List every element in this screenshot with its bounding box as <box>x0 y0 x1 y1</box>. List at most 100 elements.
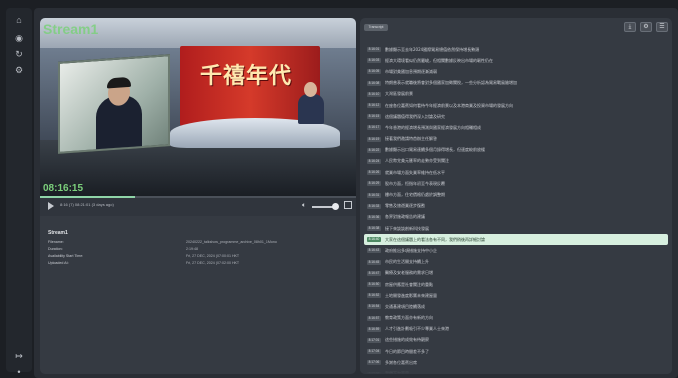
playback-time-text: 8:16 (7) 08:21:01 (3 days ago) <box>60 202 114 207</box>
transcript-timestamp[interactable]: 8:16:33 <box>367 203 381 209</box>
transcript-row[interactable]: 8:16:08 特朗普表示就職後將會對多個國家加徵關稅，一些分析認為貿易戰風險增加 <box>364 78 668 89</box>
transcript-row[interactable]: 8:16:17 今年香港的經濟增長預測與國家經濟發展方向相輔相成 <box>364 122 668 133</box>
metadata-title: Stream1 <box>48 230 68 236</box>
transcript-row[interactable]: 8:16:38 接下來談談創新科技發展 <box>364 223 668 234</box>
transcript-row[interactable]: 8:16:12 在座各位嘉賓如何看待今年經濟前景以及本港商業及投資市場的發展方向 <box>364 100 668 111</box>
transcript-timestamp[interactable]: 8:16:26 <box>367 170 381 176</box>
transcript-timestamp[interactable]: 8:17:01 <box>367 337 381 343</box>
transcript-timestamp[interactable]: 8:16:50 <box>367 282 381 288</box>
transcript-row[interactable]: 8:16:43 政府推出多項措施支持中小企 <box>364 245 668 256</box>
volume-slider-knob[interactable] <box>332 203 339 210</box>
transcript-timestamp[interactable]: 8:16:29 <box>367 181 381 187</box>
transcript-row[interactable]: 8:16:24 人民幣兌美元匯率的走勢亦受到關注 <box>364 156 668 167</box>
settings-icon[interactable]: ⚙ <box>640 22 652 32</box>
logout-icon[interactable]: ↦ <box>13 350 25 362</box>
download-icon[interactable]: ⤓ <box>624 22 636 32</box>
transcript-text: 這個議題值得我們深入討論及研究 <box>385 113 445 119</box>
transcript-text: 特朗普表示就職後將會對多個國家加徵關稅，一些分析認為貿易戰風險增加 <box>385 80 517 86</box>
transcript-text: 樓市方面，住宅價格仍處於調整期 <box>385 192 445 198</box>
transcript-timestamp[interactable]: 8:16:03 <box>367 58 381 64</box>
transcript-timestamp[interactable]: 8:16:43 <box>367 248 381 254</box>
transcript-row[interactable]: 8:16:54 交通基建項目陸續落成 <box>364 301 668 312</box>
transcript-timestamp[interactable]: 8:16:05 <box>367 69 381 75</box>
transcript-text: 市場對美國加息預期逐漸減弱 <box>385 68 437 74</box>
transcript-timestamp[interactable]: 8:16:36 <box>367 214 381 220</box>
transcript-timestamp[interactable]: 8:16:10 <box>367 91 381 97</box>
broadcast-icon[interactable]: ◉ <box>13 32 25 44</box>
dot-icon[interactable]: • <box>13 366 25 378</box>
transcript-row[interactable]: 8:16:29 股市方面，恒指年初至今表現反覆 <box>364 178 668 189</box>
transcript-text: 經濟大環境看似仍然嚴峻，但相關數據反映出市場的韌性仍在 <box>385 57 493 63</box>
transcript-timestamp[interactable]: 8:16:40 <box>367 237 381 243</box>
transcript-timestamp[interactable]: 8:16:31 <box>367 192 381 198</box>
transcript-text: 人民幣兌美元匯率的走勢亦受到關注 <box>385 158 449 164</box>
transcript-row[interactable]: 8:17:01 這些措施的成效有待觀察 <box>364 335 668 346</box>
transcript-text: 數據顯示出口貿易連續多個月錄得增長，但速度較前放緩 <box>385 147 485 153</box>
transcript-timestamp[interactable]: 8:16:08 <box>367 80 381 86</box>
transcript-timestamp[interactable]: 8:16:22 <box>367 147 381 153</box>
transcript-timestamp[interactable]: 8:16:47 <box>367 270 381 276</box>
play-icon[interactable] <box>48 202 54 210</box>
video-player[interactable]: 千禧年代 Stream1 08:16:15 <box>40 18 356 196</box>
transcript-timestamp[interactable]: 8:16:45 <box>367 259 381 265</box>
transcript-text: 各界對施政報告的建議 <box>385 214 425 220</box>
transcript-text: 零售及旅遊業逐步復甦 <box>385 203 425 209</box>
transcript-text: 土地開發進度影響未來建屋量 <box>385 292 437 298</box>
tab-transcript[interactable]: Transcript <box>364 24 388 31</box>
transcript-row[interactable]: 8:16:19 接著我們邀請特首辦主任解答 <box>364 134 668 145</box>
stream-metadata: Stream1 Filename: 20240222_talkshow_progr… <box>48 230 348 268</box>
transcript-text: 接下來談談創新科技發展 <box>385 225 429 231</box>
transcript-text: 大灣區發展前景 <box>385 91 413 97</box>
metadata-row: Uploaded At: Fri, 27 DEC, 2024 (07:02:00 … <box>48 261 348 268</box>
transcript-row[interactable]: 8:16:05 市場對美國加息預期逐漸減弱 <box>364 66 668 77</box>
transcript-text: 就業市場方面失業率維持在低水平 <box>385 169 445 175</box>
transcript-timestamp[interactable]: 8:17:04 <box>367 349 381 355</box>
transcript-text: 這些措施的成效有待觀察 <box>385 337 429 343</box>
transcript-timestamp[interactable]: 8:16:54 <box>367 304 381 310</box>
transcript-row[interactable]: 8:16:10 大灣區發展前景 <box>364 89 668 100</box>
list-icon[interactable]: ☰ <box>656 22 668 32</box>
metadata-key: Availability Start Time: <box>48 254 84 258</box>
side-rail: ⌂ ◉ ↻ ⚙ ↦ • <box>6 8 32 377</box>
transcript-timestamp[interactable]: 8:16:15 <box>367 114 381 120</box>
transcript-timestamp[interactable]: 8:16:57 <box>367 315 381 321</box>
progress-bar[interactable] <box>40 196 356 198</box>
transcript-row[interactable]: 8:16:31 樓市方面，住宅價格仍處於調整期 <box>364 189 668 200</box>
transcript-row[interactable]: 8:16:15 這個議題值得我們深入討論及研究 <box>364 111 668 122</box>
transcript-row[interactable]: 8:16:59 人才引進計劃吸引不少專業人士來港 <box>364 324 668 335</box>
transcript-row[interactable]: 8:16:26 就業市場方面失業率維持在低水平 <box>364 167 668 178</box>
transcript-text: 交通基建項目陸續落成 <box>385 303 425 309</box>
transcript-timestamp[interactable]: 8:16:17 <box>367 125 381 131</box>
volume-icon[interactable]: 🔈︎ <box>302 202 306 210</box>
transcript-timestamp[interactable]: 8:16:52 <box>367 293 381 299</box>
transcript-row[interactable]: 8:16:36 各界對施政報告的建議 <box>364 212 668 223</box>
home-icon[interactable]: ⌂ <box>13 14 25 26</box>
transcript-timestamp[interactable]: 8:16:24 <box>367 158 381 164</box>
transcript-text: 在座各位嘉賓如何看待今年經濟前景以及本港商業及投資市場的發展方向 <box>385 102 513 108</box>
transcript-timestamp[interactable]: 8:16:12 <box>367 103 381 109</box>
metadata-key: Filename: <box>48 240 64 244</box>
transcript-text: 醫療及安老服務的需求日增 <box>385 270 433 276</box>
transcript-text: 人才引進計劃吸引不少專業人士來港 <box>385 326 449 332</box>
transcript-text: 市民的生活開支持續上升 <box>385 259 429 265</box>
transcript-row[interactable]: 8:16:03 經濟大環境看似仍然嚴峻，但相關數據反映出市場的韌性仍在 <box>364 55 668 66</box>
settings-icon[interactable]: ⚙ <box>13 64 25 76</box>
transcript-row[interactable]: 8:16:47 醫療及安老服務的需求日增 <box>364 268 668 279</box>
transcript-row[interactable]: 8:17:04 今日的節目時間差不多了 <box>364 346 668 357</box>
fullscreen-icon[interactable] <box>344 201 352 209</box>
transcript-row[interactable]: 8:16:52 土地開發進度影響未來建屋量 <box>364 290 668 301</box>
transcript-timestamp[interactable]: 8:16:38 <box>367 226 381 232</box>
history-icon[interactable]: ↻ <box>13 48 25 60</box>
metadata-value: Fri, 27 DEC, 2024 (07:00:01 HKT <box>186 254 240 258</box>
transcript-row[interactable]: 8:16:57 教育政策方面亦有新的方向 <box>364 313 668 324</box>
transcript-row[interactable]: 8:16:40 大家在這個議題上的看法各有不同，我們稍後再詳細討論 <box>364 234 668 246</box>
transcript-timestamp[interactable]: 8:16:59 <box>367 326 381 332</box>
transcript-row[interactable]: 8:16:33 零售及旅遊業逐步復甦 <box>364 201 668 212</box>
transcript-timestamp[interactable]: 8:16:19 <box>367 136 381 142</box>
transcript-row[interactable]: 8:16:50 房屋供應是社會關注的重點 <box>364 279 668 290</box>
metadata-value: 20240222_talkshow_programme_archive_08h0… <box>186 240 277 244</box>
transcript-row[interactable]: 8:16:01 數據顯示至去年2024國際貿易總值依然保持增長勢頭 <box>364 44 668 55</box>
transcript-row[interactable]: 8:16:22 數據顯示出口貿易連續多個月錄得增長，但速度較前放緩 <box>364 145 668 156</box>
transcript-row[interactable]: 8:16:45 市民的生活開支持續上升 <box>364 257 668 268</box>
transcript-timestamp[interactable]: 8:16:01 <box>367 47 381 53</box>
